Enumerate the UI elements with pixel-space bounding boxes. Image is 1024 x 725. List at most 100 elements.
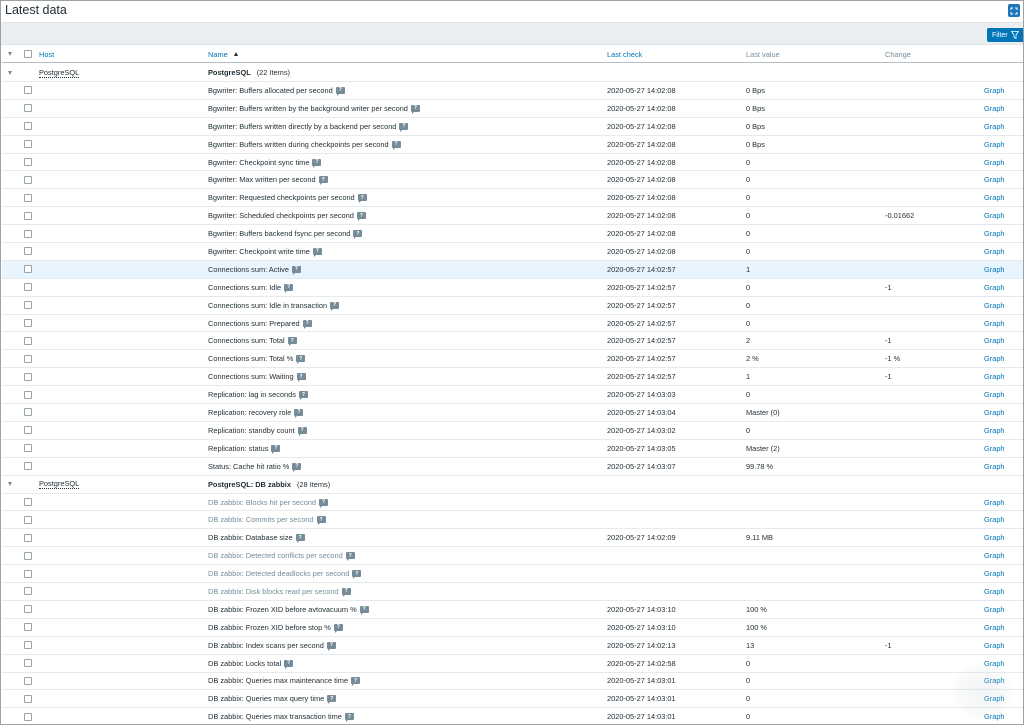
row-checkbox-cell[interactable]: [24, 171, 36, 188]
row-checkbox-cell[interactable]: [24, 279, 36, 296]
comment-icon[interactable]: ?: [318, 176, 328, 186]
row-checkbox[interactable]: [24, 211, 32, 220]
comment-icon[interactable]: ?: [296, 355, 306, 365]
comment-icon[interactable]: ?: [327, 695, 337, 705]
comment-icon[interactable]: ?: [344, 713, 354, 723]
row-checkbox[interactable]: [24, 676, 32, 685]
row-checkbox[interactable]: [24, 158, 32, 166]
comment-icon[interactable]: ?: [357, 194, 367, 204]
column-header-name[interactable]: Name: [208, 46, 238, 62]
kiosk-mode-button[interactable]: [1008, 4, 1020, 17]
comment-icon[interactable]: ?: [330, 301, 340, 311]
row-checkbox-cell[interactable]: [24, 583, 36, 600]
comment-icon[interactable]: ?: [296, 373, 306, 383]
group-toggle[interactable]: [8, 476, 18, 493]
comment-icon[interactable]: ?: [391, 140, 401, 150]
row-checkbox[interactable]: [24, 712, 32, 721]
row-checkbox-cell[interactable]: [24, 243, 36, 260]
graph-link[interactable]: Graph: [984, 154, 1005, 171]
graph-link[interactable]: Graph: [984, 511, 1005, 528]
row-checkbox-cell[interactable]: [24, 82, 36, 99]
comment-icon[interactable]: ?: [316, 516, 326, 526]
row-checkbox-cell[interactable]: [24, 261, 36, 278]
graph-link[interactable]: Graph: [984, 279, 1005, 296]
row-checkbox[interactable]: [24, 587, 32, 596]
column-header-last-check[interactable]: Last check: [607, 46, 642, 62]
graph-link[interactable]: Graph: [984, 207, 1005, 224]
graph-link[interactable]: Graph: [984, 619, 1005, 636]
row-checkbox[interactable]: [24, 354, 32, 363]
graph-link[interactable]: Graph: [984, 297, 1005, 314]
row-checkbox[interactable]: [24, 247, 32, 256]
graph-link[interactable]: Graph: [984, 225, 1005, 242]
comment-icon[interactable]: ?: [410, 104, 420, 114]
comment-icon[interactable]: ?: [319, 498, 329, 508]
row-checkbox-cell[interactable]: [24, 690, 36, 707]
comment-icon[interactable]: ?: [345, 552, 355, 562]
column-header-host[interactable]: Host: [39, 46, 54, 62]
row-checkbox-cell[interactable]: [24, 637, 36, 654]
row-checkbox[interactable]: [24, 551, 32, 560]
graph-link[interactable]: Graph: [984, 100, 1005, 117]
comment-icon[interactable]: ?: [284, 659, 294, 669]
graph-link[interactable]: Graph: [984, 529, 1005, 546]
row-checkbox[interactable]: [24, 694, 32, 703]
comment-icon[interactable]: ?: [312, 247, 322, 257]
comment-icon[interactable]: ?: [298, 391, 308, 401]
row-checkbox[interactable]: [24, 229, 32, 238]
graph-link[interactable]: Graph: [984, 82, 1005, 99]
comment-icon[interactable]: ?: [333, 623, 343, 633]
row-checkbox[interactable]: [24, 86, 32, 95]
row-checkbox-cell[interactable]: [24, 332, 36, 349]
row-checkbox[interactable]: [24, 408, 32, 417]
comment-icon[interactable]: ?: [302, 319, 312, 329]
row-checkbox-cell[interactable]: [24, 368, 36, 385]
row-checkbox-cell[interactable]: [24, 494, 36, 511]
row-checkbox-cell[interactable]: [24, 225, 36, 242]
graph-link[interactable]: Graph: [984, 136, 1005, 153]
row-checkbox[interactable]: [24, 175, 32, 184]
comment-icon[interactable]: ?: [326, 641, 336, 651]
row-checkbox[interactable]: [24, 122, 32, 131]
row-checkbox-cell[interactable]: [24, 422, 36, 439]
row-checkbox-cell[interactable]: [24, 601, 36, 618]
comment-icon[interactable]: ?: [353, 230, 363, 240]
row-checkbox[interactable]: [24, 336, 32, 345]
row-checkbox-cell[interactable]: [24, 655, 36, 672]
row-checkbox-cell[interactable]: [24, 315, 36, 332]
row-checkbox[interactable]: [24, 140, 32, 149]
graph-link[interactable]: Graph: [984, 637, 1005, 654]
graph-link[interactable]: Graph: [984, 494, 1005, 511]
row-checkbox-cell[interactable]: [24, 673, 36, 690]
row-checkbox[interactable]: [24, 462, 32, 471]
graph-link[interactable]: Graph: [984, 261, 1005, 278]
row-checkbox-cell[interactable]: [24, 136, 36, 153]
row-checkbox[interactable]: [24, 641, 32, 650]
row-checkbox[interactable]: [24, 426, 32, 435]
graph-link[interactable]: Graph: [984, 601, 1005, 618]
row-checkbox-cell[interactable]: [24, 565, 36, 582]
row-checkbox[interactable]: [24, 498, 32, 507]
graph-link[interactable]: Graph: [984, 422, 1005, 439]
row-checkbox-cell[interactable]: [24, 100, 36, 117]
graph-link[interactable]: Graph: [984, 547, 1005, 564]
row-checkbox-cell[interactable]: [24, 386, 36, 403]
row-checkbox-cell[interactable]: [24, 547, 36, 564]
group-toggle[interactable]: [8, 64, 18, 81]
host-link[interactable]: PostgreSQL: [39, 68, 80, 78]
graph-link[interactable]: Graph: [984, 332, 1005, 349]
graph-link[interactable]: Graph: [984, 350, 1005, 367]
row-checkbox[interactable]: [24, 533, 32, 542]
comment-icon[interactable]: ?: [399, 122, 409, 132]
row-checkbox-cell[interactable]: [24, 458, 36, 475]
graph-link[interactable]: Graph: [984, 189, 1005, 206]
row-checkbox[interactable]: [24, 301, 32, 310]
graph-link[interactable]: Graph: [984, 386, 1005, 403]
comment-icon[interactable]: ?: [291, 265, 301, 275]
row-checkbox-cell[interactable]: [24, 511, 36, 528]
comment-icon[interactable]: ?: [297, 426, 307, 436]
row-checkbox-cell[interactable]: [24, 350, 36, 367]
row-checkbox-cell[interactable]: [24, 619, 36, 636]
comment-icon[interactable]: ?: [284, 283, 294, 293]
comment-icon[interactable]: ?: [356, 212, 366, 222]
